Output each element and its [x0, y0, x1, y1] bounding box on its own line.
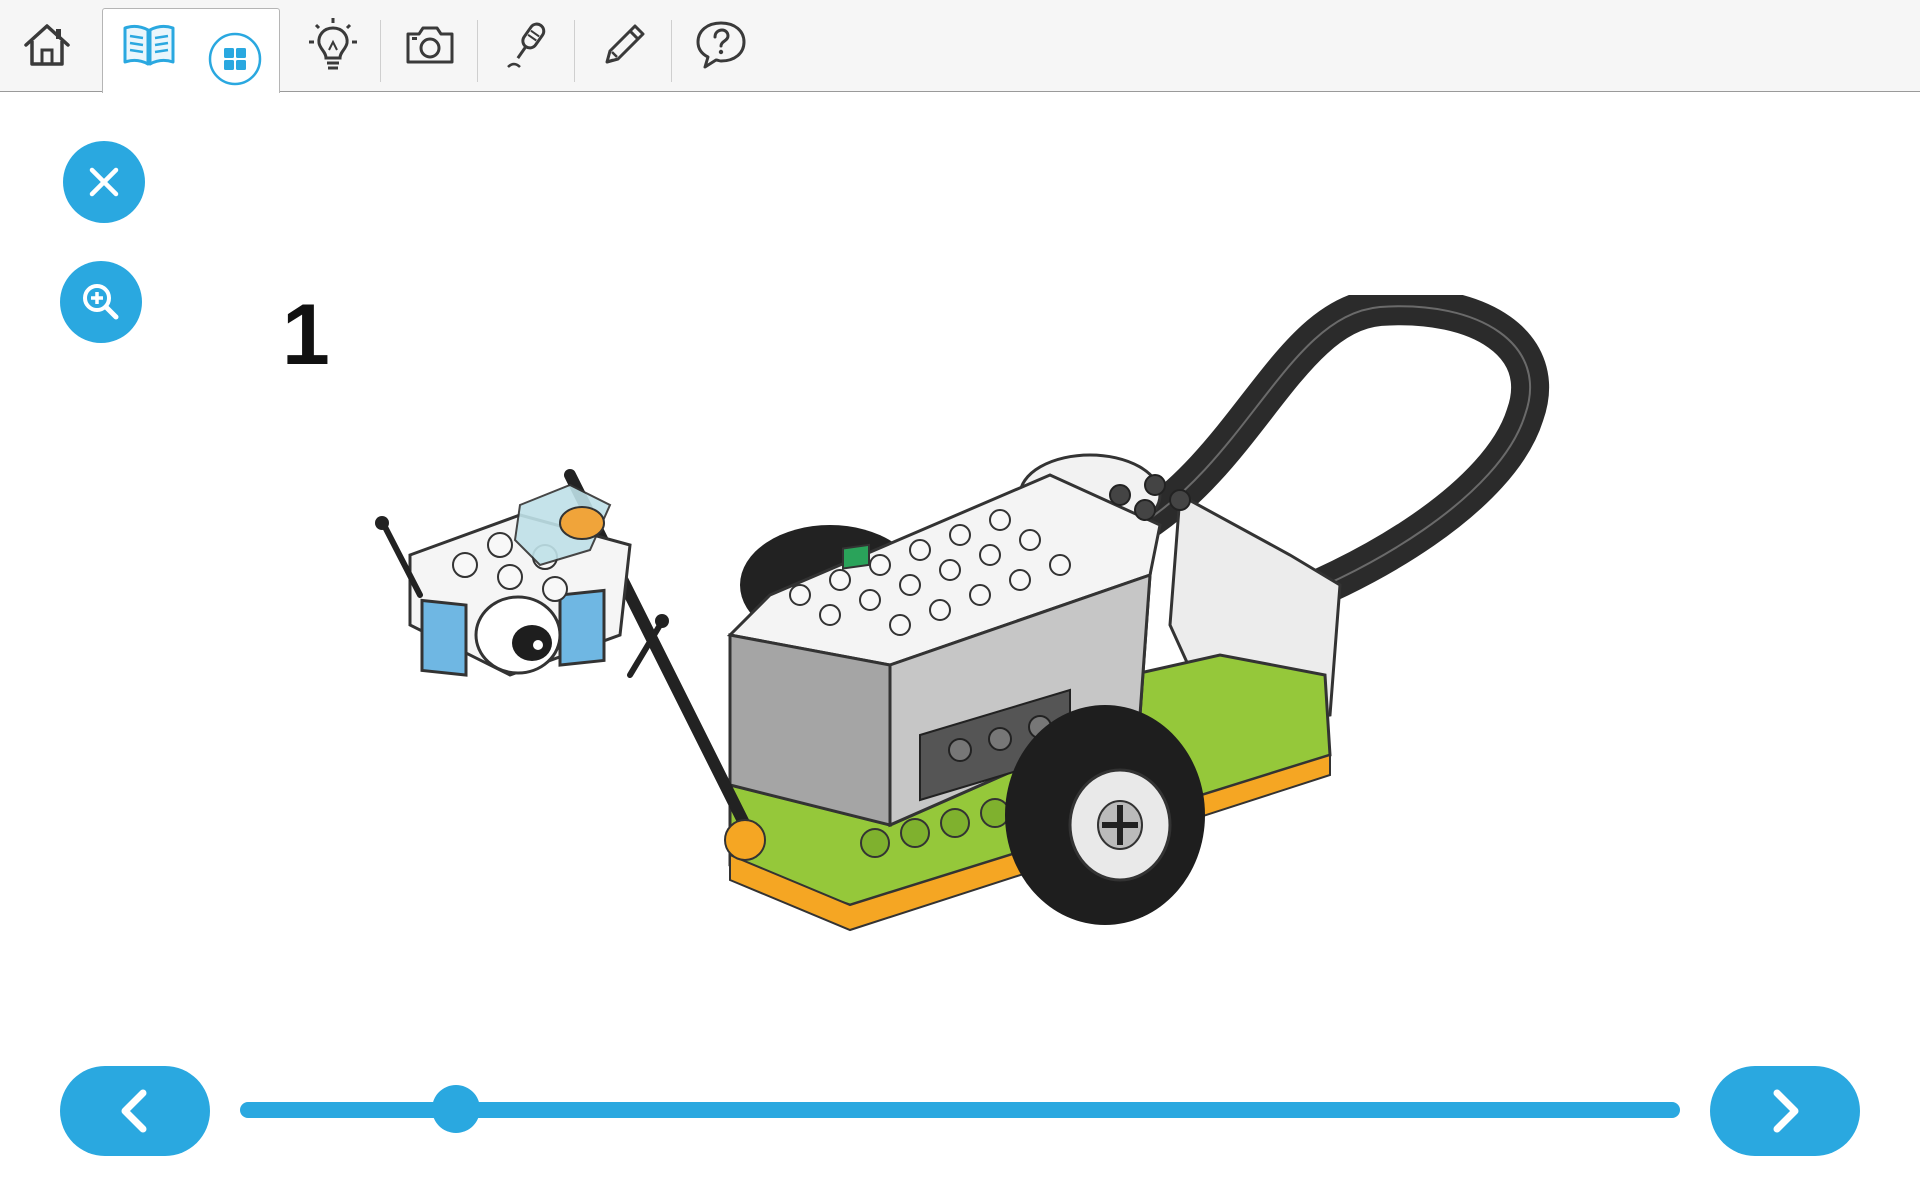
chevron-right-icon [1773, 1089, 1799, 1133]
sensor-head [375, 483, 669, 678]
home-button[interactable] [16, 14, 78, 76]
grid-icon [208, 32, 262, 86]
zoom-in-button[interactable] [60, 261, 142, 343]
record-button[interactable] [496, 14, 558, 76]
toolbar-divider [380, 20, 381, 82]
microphone-icon [507, 22, 546, 68]
toolbar-divider [671, 20, 672, 82]
help-button[interactable] [690, 14, 752, 76]
front-wheel [1005, 705, 1205, 925]
grid-view-button[interactable] [204, 28, 266, 90]
lightbulb-icon [309, 18, 357, 70]
book-button[interactable] [118, 14, 180, 76]
toolbar-divider [574, 20, 575, 82]
camera-icon [406, 26, 454, 64]
help-bubble-icon [696, 21, 746, 69]
book-icon [123, 24, 175, 66]
home-icon [24, 24, 70, 66]
camera-button[interactable] [399, 14, 461, 76]
zoom-in-icon [83, 284, 119, 320]
previous-step-button[interactable] [60, 1066, 210, 1156]
top-toolbar [0, 0, 1920, 93]
chevron-left-icon [121, 1089, 147, 1133]
pencil-icon [605, 24, 645, 64]
step-progress-thumb[interactable] [432, 1085, 480, 1133]
close-icon [89, 167, 119, 197]
lego-model-illustration [375, 295, 1549, 932]
next-step-button[interactable] [1710, 1066, 1860, 1156]
explore-button[interactable] [302, 14, 364, 76]
notes-button[interactable] [593, 14, 655, 76]
close-button[interactable] [63, 141, 145, 223]
toolbar-divider [477, 20, 478, 82]
step-number: 1 [282, 287, 330, 383]
